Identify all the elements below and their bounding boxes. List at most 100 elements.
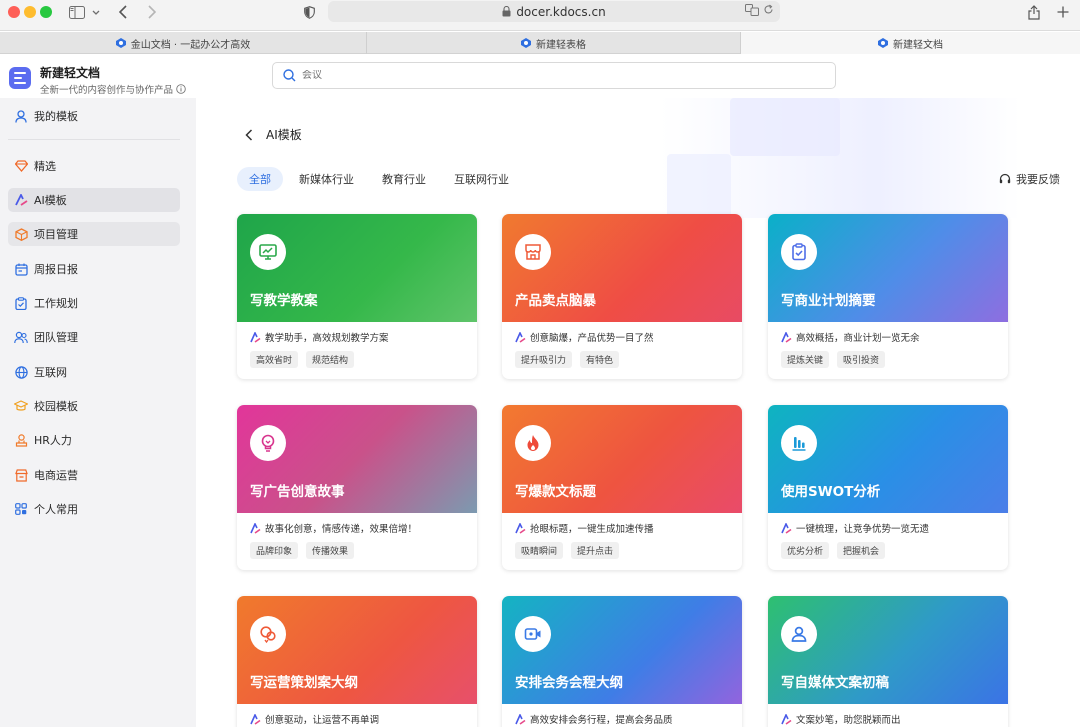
sidebar-toggle-icon[interactable]: [68, 3, 86, 21]
page-header: AI模板: [242, 126, 302, 143]
search-box[interactable]: [272, 62, 836, 89]
sidebar-item-label: 精选: [34, 160, 56, 173]
tab-label: 新建轻表格: [536, 39, 586, 51]
filter-tab-internet[interactable]: 互联网行业: [442, 167, 521, 191]
sidebar-item-label: 周报日报: [34, 263, 78, 276]
translate-icon[interactable]: [745, 4, 759, 19]
browser-tab-active[interactable]: 新建轻文档: [741, 32, 1080, 54]
shield-icon[interactable]: [302, 3, 316, 21]
sidebar-item-team-management[interactable]: 团队管理: [8, 325, 180, 349]
feedback-button[interactable]: 我要反馈: [999, 171, 1060, 187]
browser-tab[interactable]: 金山文档 · 一起办公才高效: [0, 32, 367, 54]
video-icon: [515, 616, 551, 652]
template-card[interactable]: 写爆款文标题 抢眼标题，一键生成加速传播 吸睛瞬间 提升点击: [502, 405, 742, 570]
card-desc-text: 高效安排会务行程，提高会务品质: [530, 715, 673, 726]
card-tag: 品牌印象: [250, 542, 299, 559]
card-banner: 写爆款文标题: [502, 405, 742, 513]
filter-tab-new-media[interactable]: 新媒体行业: [287, 167, 366, 191]
planning-icon: [250, 616, 286, 652]
ai-icon: [781, 522, 792, 534]
reload-icon[interactable]: [763, 4, 774, 19]
card-desc-text: 一键梳理，让竞争优势一览无遗: [796, 524, 930, 535]
back-nav-icon[interactable]: [117, 3, 129, 21]
sidebar-item-ai-templates[interactable]: AI模板: [8, 188, 180, 212]
card-desc-text: 高效概括，商业计划一览无余: [796, 333, 920, 344]
card-title: 写广告创意故事: [250, 484, 345, 500]
card-banner: 产品卖点脑暴: [502, 214, 742, 322]
card-tag: 提升吸引力: [515, 351, 573, 368]
lock-icon: [502, 6, 511, 17]
page-title: AI模板: [266, 128, 302, 142]
card-tag: 高效省时: [250, 351, 299, 368]
sidebar-item-campus[interactable]: 校园模板: [8, 394, 180, 418]
sidebar-item-internet[interactable]: 互联网: [8, 360, 180, 384]
template-card[interactable]: 写广告创意故事 故事化创意，情感传递，效果倍增！ 品牌印象 传播效果: [237, 405, 477, 570]
share-icon[interactable]: [1026, 3, 1042, 21]
diamond-icon: [14, 159, 28, 173]
globe-icon: [14, 365, 28, 379]
address-bar[interactable]: docer.kdocs.cn: [328, 1, 780, 22]
card-tag: 规范结构: [306, 351, 355, 368]
calendar-icon: [14, 262, 28, 276]
card-description: 高效安排会务行程，提高会务品质: [515, 712, 673, 726]
card-tag: 有特色: [580, 351, 620, 368]
card-title: 产品卖点脑暴: [515, 293, 596, 309]
template-card[interactable]: 写运营策划案大纲 创意驱动，让运营不再单调: [237, 596, 477, 727]
card-tags: 品牌印象 传播效果: [250, 542, 355, 559]
card-tags: 吸睛瞬间 提升点击: [515, 542, 620, 559]
sidebar-item-label: HR人力: [34, 434, 72, 447]
sidebar-item-hr[interactable]: HR人力: [8, 428, 180, 452]
template-card[interactable]: 产品卖点脑暴 创意脑爆，产品优势一目了然 提升吸引力 有特色: [502, 214, 742, 379]
app-logo-icon: [9, 67, 31, 89]
sidebar-item-label: 校园模板: [34, 400, 78, 413]
forward-nav-icon[interactable]: [146, 3, 158, 21]
sidebar-item-weekly-report[interactable]: 周报日报: [8, 257, 180, 281]
template-card[interactable]: 安排会务会程大纲 高效安排会务行程，提高会务品质: [502, 596, 742, 727]
sidebar-item-featured[interactable]: 精选: [8, 154, 180, 178]
sidebar-item-label: 互联网: [34, 366, 67, 379]
chevron-down-icon[interactable]: [91, 3, 101, 21]
person-icon: [781, 616, 817, 652]
info-icon[interactable]: [176, 84, 186, 94]
card-tag: 优劣分析: [781, 542, 830, 559]
card-description: 文案妙笔，助您脱颖而出: [781, 712, 901, 726]
zoom-window-button[interactable]: [40, 6, 52, 18]
filter-tab-education[interactable]: 教育行业: [370, 167, 438, 191]
bar-chart-icon: [781, 425, 817, 461]
template-card[interactable]: 写自媒体文案初稿 文案妙笔，助您脱颖而出: [768, 596, 1008, 727]
template-card[interactable]: 写教学教案 教学助手，高效规划教学方案 高效省时 规范结构: [237, 214, 477, 379]
card-tag: 提升点击: [571, 542, 620, 559]
template-card[interactable]: 写商业计划摘要 高效概括，商业计划一览无余 提炼关键 吸引投资: [768, 214, 1008, 379]
ai-icon: [515, 713, 526, 725]
grid-icon: [14, 502, 28, 516]
header-decoration: [667, 154, 731, 220]
card-tags: 提升吸引力 有特色: [515, 351, 620, 368]
flame-icon: [515, 425, 551, 461]
new-tab-icon[interactable]: [1055, 3, 1071, 21]
minimize-window-button[interactable]: [24, 6, 36, 18]
sidebar-item-work-plan[interactable]: 工作规划: [8, 291, 180, 315]
close-window-button[interactable]: [8, 6, 20, 18]
sidebar-item-my-templates[interactable]: 我的模板: [8, 104, 180, 128]
card-description: 高效概括，商业计划一览无余: [781, 330, 920, 344]
app-title: 新建轻文档: [40, 66, 101, 80]
card-banner: 写广告创意故事: [237, 405, 477, 513]
sidebar-item-personal[interactable]: 个人常用: [8, 497, 180, 521]
template-card[interactable]: 使用SWOT分析 一键梳理，让竞争优势一览无遗 优劣分析 把握机会: [768, 405, 1008, 570]
card-desc-text: 教学助手，高效规划教学方案: [265, 333, 389, 344]
sidebar-item-project-management[interactable]: 项目管理: [8, 222, 180, 246]
ai-icon: [250, 713, 261, 725]
sidebar-item-ecommerce[interactable]: 电商运营: [8, 463, 180, 487]
card-description: 创意驱动，让运营不再单调: [250, 712, 379, 726]
filter-tab-all[interactable]: 全部: [237, 167, 283, 191]
search-input[interactable]: [302, 70, 702, 81]
cube-icon: [14, 227, 28, 241]
card-tags: 优劣分析 把握机会: [781, 542, 886, 559]
browser-tab[interactable]: 新建轻表格: [367, 32, 741, 54]
ai-icon: [515, 331, 526, 343]
headset-icon: [999, 173, 1011, 184]
card-title: 写教学教案: [250, 293, 318, 309]
card-desc-text: 故事化创意，情感传递，效果倍增！: [265, 524, 418, 535]
back-button[interactable]: [242, 128, 256, 142]
url-text: docer.kdocs.cn: [516, 4, 606, 19]
